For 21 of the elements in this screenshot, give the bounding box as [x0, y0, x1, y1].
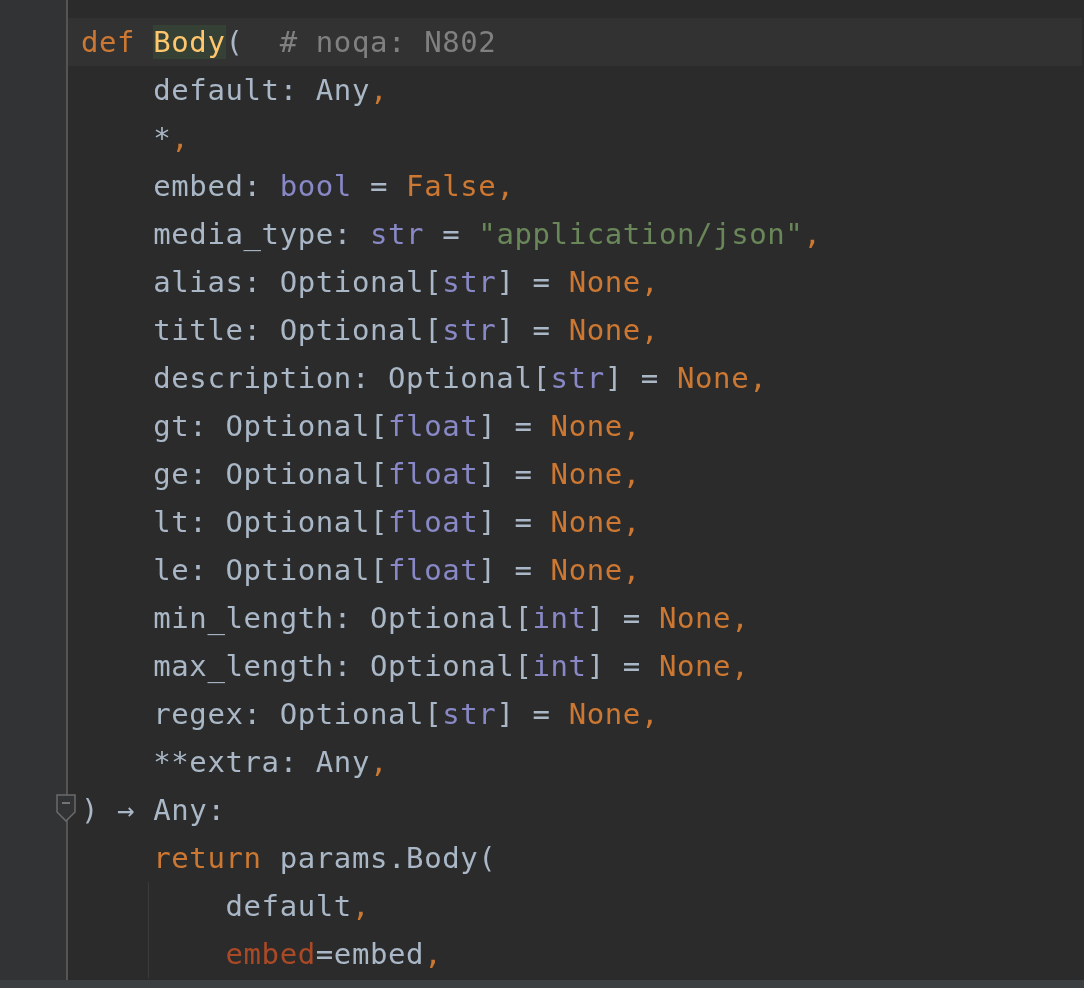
- code-line: ) → Any:: [81, 792, 226, 829]
- code-line: gt: Optional[float] = None,: [152, 408, 641, 445]
- code-line: regex: Optional[str] = None,: [152, 696, 659, 733]
- code-line: embed=embed,: [224, 936, 443, 973]
- code-line: def Body( # noqa: N802: [81, 24, 497, 61]
- code-line: media_type: str = "application/json",: [152, 216, 822, 253]
- code-line: alias: Optional[str] = None,: [152, 264, 659, 301]
- code-line: return params.Body(: [152, 840, 497, 877]
- code-line: default: Any,: [152, 72, 388, 109]
- code-line: title: Optional[str] = None,: [152, 312, 659, 349]
- code-line: min_length: Optional[int] = None,: [152, 600, 750, 637]
- code-line: **extra: Any,: [152, 744, 388, 781]
- code-line: embed: bool = False,: [152, 168, 515, 205]
- code-line: max_length: Optional[int] = None,: [152, 648, 750, 685]
- code-line: *,: [152, 120, 190, 157]
- code-line: ge: Optional[float] = None,: [152, 456, 641, 493]
- code-line: description: Optional[str] = None,: [152, 360, 768, 397]
- code-line: default,: [224, 888, 370, 925]
- fold-icon[interactable]: [56, 794, 76, 822]
- code-line: le: Optional[float] = None,: [152, 552, 641, 589]
- code-line: lt: Optional[float] = None,: [152, 504, 641, 541]
